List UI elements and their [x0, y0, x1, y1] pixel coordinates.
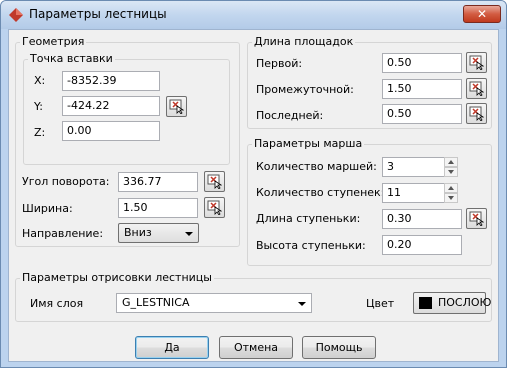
spin-down-button[interactable] — [444, 167, 458, 177]
step-height-label: Высота ступеньки: — [256, 239, 366, 252]
step-length-label: Длина ступеньки: — [256, 212, 361, 225]
pick-point-button[interactable] — [166, 96, 187, 117]
close-icon: ✕ — [476, 7, 488, 21]
pick-width-button[interactable] — [204, 197, 225, 218]
y-field[interactable]: -424.22 — [62, 96, 160, 116]
insert-point-legend: Точка вставки — [28, 52, 115, 65]
chevron-down-icon — [298, 302, 306, 306]
cancel-button[interactable]: Отмена — [219, 336, 293, 359]
middle-landing-label: Промежуточной: — [256, 83, 354, 96]
layer-name-label: Имя слоя — [30, 297, 84, 310]
pick-last-landing-icon — [469, 106, 484, 121]
arrow-up-icon — [448, 186, 454, 190]
title-bar[interactable]: Параметры лестницы ✕ — [1, 1, 506, 29]
step-length-field[interactable]: 0.30 — [382, 209, 462, 229]
render-group: Параметры отрисовки лестницы Имя слоя G_… — [15, 271, 492, 322]
pick-last-landing-button[interactable] — [466, 103, 487, 124]
z-label: Z: — [34, 126, 46, 139]
color-value: ПОСЛОЮ — [438, 296, 492, 309]
flight-count-spinner[interactable] — [444, 157, 458, 177]
pick-step-length-icon — [469, 211, 484, 226]
pick-rotation-button[interactable] — [204, 171, 225, 192]
flight-count-label: Количество маршей: — [256, 160, 377, 173]
z-field[interactable]: 0.00 — [62, 121, 160, 141]
spin-up-button[interactable] — [444, 157, 458, 167]
pick-width-icon — [207, 200, 222, 215]
y-label: Y: — [34, 100, 43, 113]
first-landing-label: Первой: — [256, 57, 303, 70]
pick-first-landing-button[interactable] — [466, 52, 487, 73]
arrow-down-icon — [448, 196, 454, 200]
spin-up-button[interactable] — [444, 183, 458, 193]
dialog-body: Геометрия Точка вставки X: -8352.39 Y: -… — [8, 29, 499, 362]
geometry-group: Геометрия Точка вставки X: -8352.39 Y: -… — [15, 35, 240, 247]
rotation-field[interactable]: 336.77 — [118, 172, 198, 192]
direction-select[interactable]: Вниз — [118, 223, 199, 243]
pick-point-icon — [169, 99, 184, 114]
dialog-window: Параметры лестницы ✕ Геометрия Точка вст… — [0, 0, 507, 368]
geometry-legend: Геометрия — [20, 35, 87, 48]
last-landing-label: Последней: — [256, 109, 324, 122]
flight-legend: Параметры марша — [252, 137, 365, 150]
render-legend: Параметры отрисовки лестницы — [20, 271, 214, 284]
middle-landing-field[interactable]: 1.50 — [382, 79, 462, 99]
layer-name-value: G_LESTNICA — [122, 296, 190, 309]
spin-down-button[interactable] — [444, 193, 458, 203]
pick-first-landing-icon — [469, 55, 484, 70]
width-field[interactable]: 1.50 — [118, 198, 198, 218]
chevron-down-icon — [185, 232, 193, 236]
landing-group: Длина площадок Первой: 0.50 Промежуточно… — [247, 35, 492, 129]
window-title: Параметры лестницы — [29, 7, 167, 21]
pick-step-length-button[interactable] — [466, 208, 487, 229]
pick-middle-landing-button[interactable] — [466, 78, 487, 99]
color-swatch — [419, 297, 432, 309]
close-button[interactable]: ✕ — [463, 5, 501, 23]
x-label: X: — [34, 74, 46, 87]
x-field[interactable]: -8352.39 — [62, 71, 160, 91]
step-height-field[interactable]: 0.20 — [382, 235, 462, 255]
landing-legend: Длина площадок — [252, 35, 356, 48]
pick-middle-landing-icon — [469, 81, 484, 96]
last-landing-field[interactable]: 0.50 — [382, 104, 462, 124]
ok-button[interactable]: Да — [135, 336, 209, 359]
arrow-up-icon — [448, 160, 454, 164]
first-landing-field[interactable]: 0.50 — [382, 53, 462, 73]
pick-rotation-icon — [207, 174, 222, 189]
layer-name-select[interactable]: G_LESTNICA — [116, 293, 312, 313]
color-label: Цвет — [366, 297, 395, 310]
direction-label: Направление: — [22, 227, 104, 240]
color-button[interactable]: ПОСЛОЮ — [413, 292, 491, 314]
rotation-label: Угол поворота: — [22, 175, 110, 188]
arrow-down-icon — [448, 170, 454, 174]
app-icon — [9, 8, 23, 22]
help-button[interactable]: Помощь — [302, 336, 376, 359]
width-label: Ширина: — [22, 202, 73, 215]
flight-group: Параметры марша Количество маршей: 3 Кол… — [247, 137, 492, 266]
direction-value: Вниз — [124, 226, 152, 239]
steps-count-label: Количество ступенек: — [256, 186, 385, 199]
steps-count-spinner[interactable] — [444, 183, 458, 203]
